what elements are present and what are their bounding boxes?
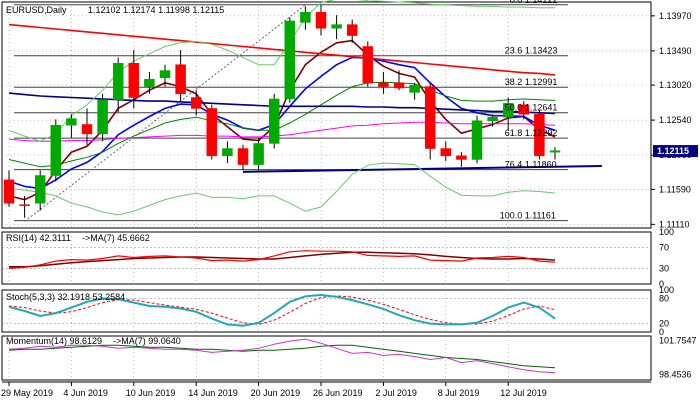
symbol-label: EURUSD,Daily: [6, 5, 67, 15]
candle-body[interactable]: [190, 97, 202, 109]
x-tick-label: 2 Jul 2019: [375, 388, 417, 398]
fib-level-label: 38.2 1.12991: [505, 77, 558, 87]
last-price-label: 1.12115: [657, 146, 689, 156]
fib-level-label: 100.0 1.11161: [500, 211, 556, 221]
momentum-tick-label: 101.7547: [659, 336, 697, 346]
candle-body[interactable]: [50, 124, 62, 176]
price-tick-label: 1.11590: [659, 184, 691, 194]
candle-body[interactable]: [81, 124, 93, 135]
candle-body[interactable]: [97, 99, 108, 135]
candle-body[interactable]: [128, 62, 140, 98]
price-tick-label: 1.13020: [659, 80, 692, 90]
candle-body[interactable]: [222, 148, 233, 157]
price-tick-label: 1.13490: [659, 46, 692, 56]
grid-layer: [1, 1, 655, 386]
candle-body[interactable]: [66, 118, 77, 126]
candle-body[interactable]: [549, 150, 561, 153]
chart-canvas[interactable]: EURUSD,Daily 1.12102 1.12174 1.11998 1.1…: [0, 0, 700, 400]
candle-body[interactable]: [300, 11, 311, 23]
candle-body[interactable]: [456, 155, 467, 160]
rsi-ma-label: ->MA(7) 45.6662: [82, 233, 150, 243]
candle-body[interactable]: [112, 62, 124, 100]
candle-body[interactable]: [284, 20, 296, 100]
rsi-line: [8, 250, 556, 269]
fib-level-label: 23.6 1.13423: [505, 46, 558, 56]
candle-body[interactable]: [144, 79, 155, 87]
candle-body[interactable]: [487, 116, 498, 122]
candle-body[interactable]: [471, 120, 483, 160]
stoch-tick-label: 80: [659, 293, 669, 303]
x-tick-label: 20 Jun 2019: [251, 388, 301, 398]
ohlc-label: 1.12102 1.12174 1.11998 1.12115: [88, 5, 224, 15]
candle-body[interactable]: [393, 82, 405, 89]
candle-body[interactable]: [315, 11, 327, 29]
x-tick-label: 26 Jun 2019: [313, 388, 363, 398]
candle-body[interactable]: [19, 204, 30, 206]
candle-body[interactable]: [175, 64, 186, 95]
x-tick-label: 4 Jun 2019: [63, 388, 108, 398]
momentum-tick-label: 98.4536: [659, 369, 692, 379]
stoch-label: Stoch(5,3,3) 32.1918 53.2584: [6, 292, 125, 302]
candle-body[interactable]: [34, 175, 46, 204]
labels-layer: EURUSD,Daily 1.12102 1.12174 1.11998 1.1…: [1, 0, 698, 398]
x-tick-label: 29 May 2019: [1, 388, 53, 398]
candle-body[interactable]: [253, 143, 264, 165]
candle-body[interactable]: [237, 148, 249, 165]
candle-body[interactable]: [268, 98, 280, 144]
x-tick-label: 12 Jul 2019: [500, 388, 547, 398]
candle-body[interactable]: [378, 82, 389, 87]
x-tick-label: 14 Jun 2019: [188, 388, 238, 398]
candle-body[interactable]: [424, 86, 436, 149]
fib-level-label: 61.8 1.12292: [505, 128, 558, 138]
candle-body[interactable]: [206, 108, 218, 157]
momentum-label: Momentum(14) 98.6129: [6, 336, 102, 346]
candle-body[interactable]: [3, 179, 15, 204]
fib-level-label: 76.4 1.11860: [505, 160, 557, 170]
rsi-tick-label: 70: [659, 243, 669, 253]
fib-level-label: 50.0 1.12641: [505, 103, 558, 113]
momentum-ma-label: ->MA(7) 99.0640: [113, 336, 181, 346]
candle-body[interactable]: [409, 84, 420, 93]
candle-body[interactable]: [440, 148, 452, 157]
candle-body[interactable]: [346, 24, 358, 36]
price-tick-label: 1.12540: [659, 115, 692, 125]
candle-body[interactable]: [159, 70, 171, 79]
rsi-tick-label: 30: [659, 263, 669, 273]
price-tick-label: 1.13970: [659, 11, 692, 21]
momentum-ma-line: [8, 344, 556, 369]
x-tick-label: 8 Jul 2019: [438, 388, 480, 398]
candle-body[interactable]: [362, 46, 374, 84]
fib-level-label: 0.0 1.14122: [510, 0, 558, 5]
indicator-lines-layer: [8, 0, 602, 374]
ma-line-ema200: [8, 23, 556, 76]
chart-window: EURUSD,Daily 1.12102 1.12174 1.11998 1.1…: [0, 0, 700, 400]
rsi-tick-label: 100: [659, 227, 674, 237]
x-tick-label: 10 Jun 2019: [126, 388, 176, 398]
candle-body[interactable]: [331, 24, 342, 29]
rsi-label: RSI(14) 42.3111: [6, 233, 71, 243]
